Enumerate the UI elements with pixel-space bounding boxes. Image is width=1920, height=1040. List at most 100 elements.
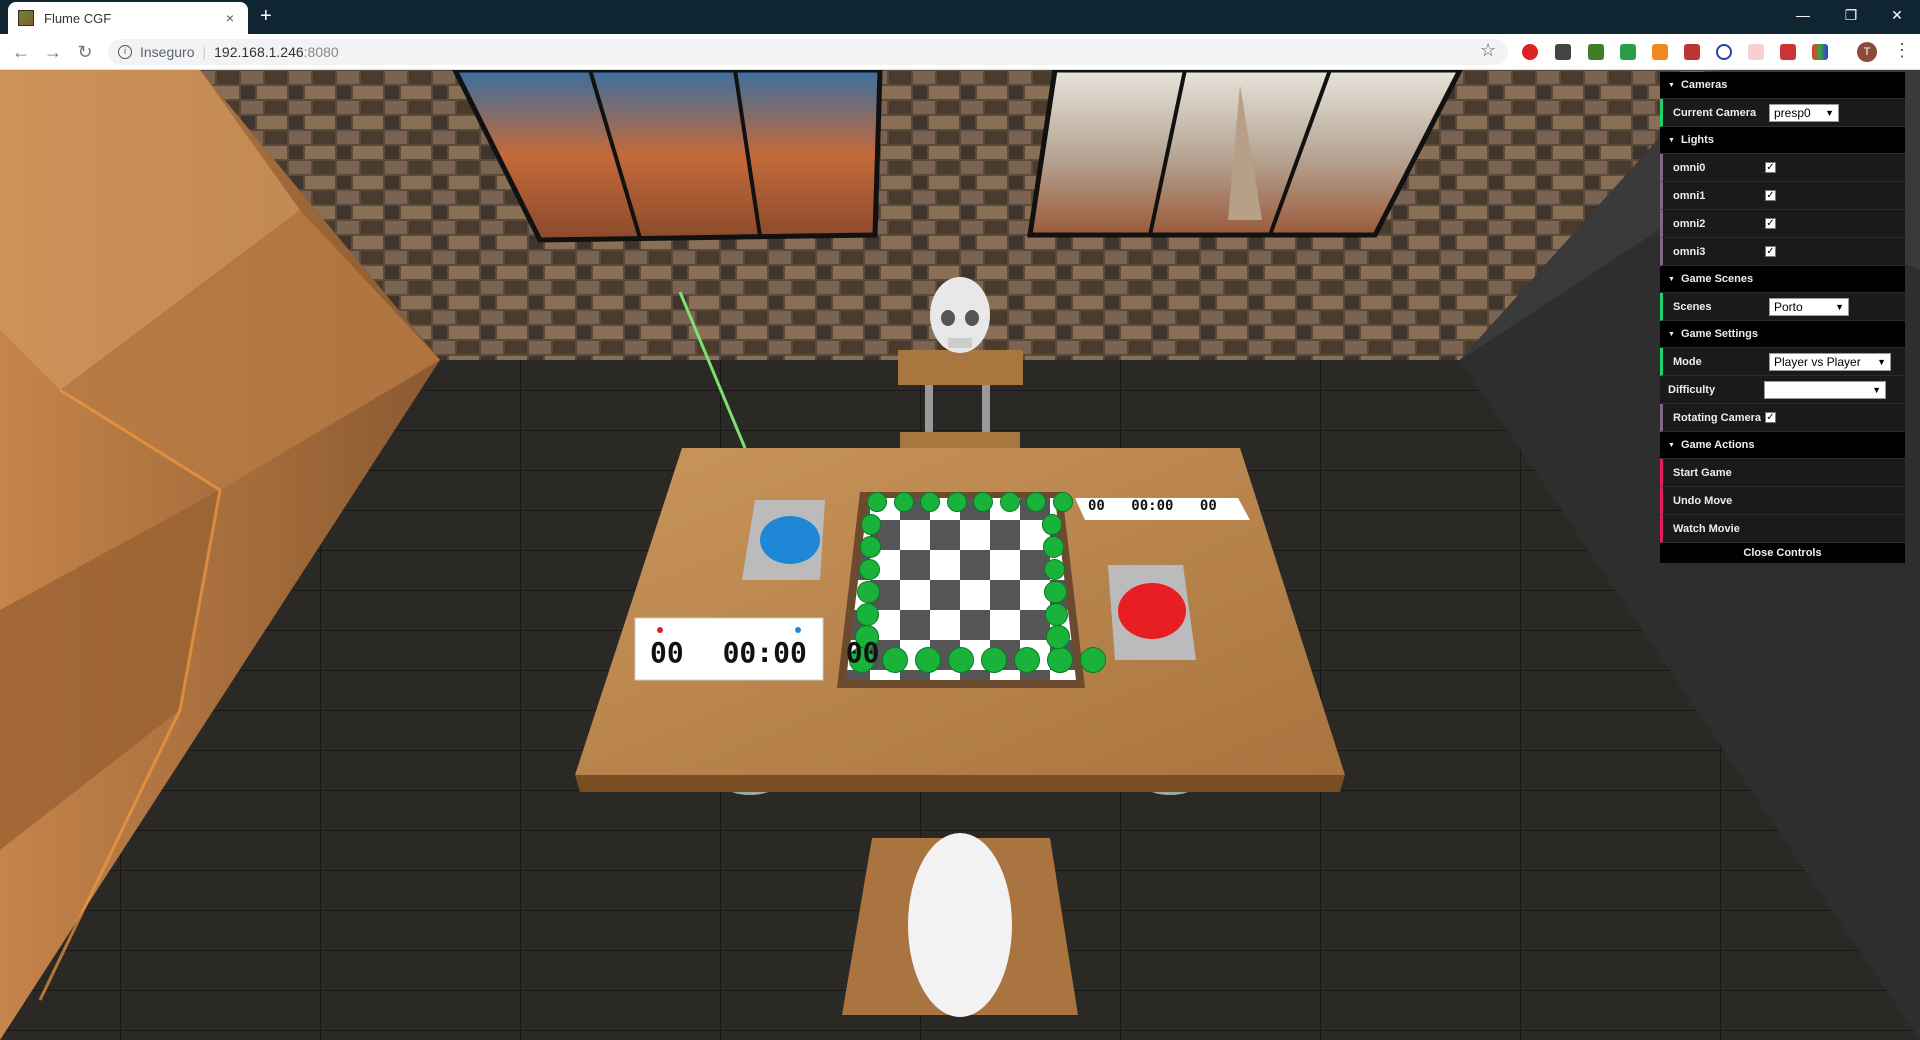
monitor-extension-icon[interactable] — [1588, 44, 1604, 60]
app-favicon-icon — [18, 10, 34, 26]
folder-game-settings[interactable]: ▼ Game Settings — [1660, 321, 1905, 348]
folder-cameras[interactable]: ▼ Cameras — [1660, 72, 1905, 99]
current-camera-label: Current Camera — [1673, 106, 1757, 119]
minimize-button[interactable]: — — [1780, 0, 1826, 30]
light-row: omni3 ✓ — [1660, 238, 1905, 266]
folder-open-icon: ▼ — [1668, 81, 1675, 89]
green-piece — [860, 514, 882, 535]
green-piece — [1046, 625, 1070, 649]
right-clock-center: 00:00 — [1131, 498, 1174, 514]
forward-arrow-icon[interactable]: → — [42, 41, 64, 63]
mode-value: Player vs Player — [1774, 354, 1861, 369]
close-controls-button[interactable]: Close Controls — [1660, 543, 1905, 563]
mode-select[interactable]: Player vs Player ▼ — [1769, 352, 1891, 371]
left-clock-right: 00 — [845, 636, 880, 669]
rotating-camera-checkbox[interactable]: ✓ — [1765, 412, 1776, 423]
folder-open-icon: ▼ — [1668, 136, 1675, 144]
folder-lights-title: Lights — [1680, 134, 1714, 146]
watch-movie-button[interactable]: Watch Movie — [1660, 515, 1905, 543]
tab-title: Flume CGF — [44, 10, 112, 26]
light-checkbox[interactable]: ✓ — [1765, 162, 1776, 173]
opera-extension-icon[interactable] — [1522, 44, 1538, 60]
chevron-down-icon: ▼ — [1835, 301, 1844, 312]
green-piece — [1047, 647, 1073, 673]
green-piece — [915, 647, 941, 673]
tab-close-icon[interactable]: × — [222, 10, 238, 26]
light-label: omni1 — [1673, 189, 1706, 202]
folder-cameras-title: Cameras — [1680, 79, 1728, 91]
browser-toolbar: ← → ↻ i Inseguro | 192.168.1.246 :8080 ☆… — [0, 34, 1920, 70]
green-piece — [859, 536, 881, 558]
undo-move-label: Undo Move — [1673, 494, 1733, 507]
folder-open-icon: ▼ — [1668, 330, 1675, 338]
green-piece — [981, 647, 1007, 673]
folder-game-scenes[interactable]: ▼ Game Scenes — [1660, 266, 1905, 293]
green-piece — [1042, 536, 1064, 558]
light-label: omni2 — [1673, 217, 1706, 230]
menu-kebab-icon[interactable]: ⋮ — [1893, 40, 1911, 61]
restore-button[interactable]: ❐ — [1828, 0, 1874, 30]
start-game-label: Start Game — [1673, 466, 1732, 479]
difficulty-label: Difficulty — [1668, 383, 1716, 396]
chevron-down-icon: ▼ — [1872, 384, 1881, 395]
folder-game-scenes-title: Game Scenes — [1680, 273, 1754, 285]
light-row: omni0 ✓ — [1660, 154, 1905, 182]
rotating-camera-label: Rotating Camera — [1673, 411, 1762, 424]
watch-movie-label: Watch Movie — [1673, 522, 1740, 535]
pdf-extension-icon[interactable] — [1684, 44, 1700, 60]
address-bar[interactable]: i Inseguro | 192.168.1.246 :8080 — [108, 39, 1508, 65]
rotating-camera-row: Rotating Camera ✓ — [1660, 404, 1905, 432]
chevron-down-icon: ▼ — [1825, 107, 1834, 118]
scene-render — [0, 70, 1920, 1040]
folder-game-actions[interactable]: ▼ Game Actions — [1660, 432, 1905, 459]
left-clock-center: 00:00 — [722, 636, 807, 669]
window-close-button[interactable]: ✕ — [1874, 0, 1920, 30]
box-extension-icon[interactable] — [1652, 44, 1668, 60]
vpn-extension-icon[interactable] — [1555, 44, 1571, 60]
green-piece — [920, 492, 940, 512]
browser-tab[interactable]: Flume CGF × — [8, 2, 248, 34]
green-piece — [1026, 492, 1046, 512]
scenes-select[interactable]: Porto ▼ — [1769, 297, 1849, 316]
new-tab-button[interactable]: + — [260, 6, 272, 26]
webgl-canvas[interactable]: 00 00:00 00 00 00:00 00 — [0, 70, 1920, 1040]
light-row: omni2 ✓ — [1660, 210, 1905, 238]
light-checkbox[interactable]: ✓ — [1765, 190, 1776, 201]
right-clock-left: 00 — [1088, 498, 1105, 514]
folder-game-actions-title: Game Actions — [1680, 439, 1755, 451]
green-piece — [856, 603, 880, 626]
block-extension-icon[interactable] — [1716, 44, 1732, 60]
light-label: omni3 — [1673, 245, 1706, 258]
start-game-button[interactable]: Start Game — [1660, 459, 1905, 487]
undo-move-button[interactable]: Undo Move — [1660, 487, 1905, 515]
google-extension-icon[interactable] — [1812, 44, 1828, 60]
green-piece — [1080, 647, 1106, 673]
folder-game-settings-title: Game Settings — [1680, 328, 1758, 340]
green-piece — [999, 492, 1020, 512]
bookmark-star-icon[interactable]: ☆ — [1480, 40, 1496, 61]
left-clock-left: 00 — [650, 636, 684, 669]
url-port: :8080 — [303, 44, 339, 60]
picture-extension-icon[interactable] — [1748, 44, 1764, 60]
folder-lights[interactable]: ▼ Lights — [1660, 127, 1905, 154]
folder-open-icon: ▼ — [1668, 441, 1675, 449]
rocket-extension-icon[interactable] — [1780, 44, 1796, 60]
green-piece — [973, 492, 993, 512]
scenes-label: Scenes — [1673, 300, 1712, 313]
back-arrow-icon[interactable]: ← — [10, 41, 32, 63]
difficulty-row: Difficulty ▼ — [1660, 376, 1905, 404]
current-camera-select[interactable]: presp0 ▼ — [1769, 103, 1839, 122]
green-piece — [1014, 647, 1040, 673]
profile-avatar[interactable]: T — [1857, 42, 1877, 62]
light-checkbox[interactable]: ✓ — [1765, 218, 1776, 229]
reload-icon[interactable]: ↻ — [74, 41, 96, 63]
green-piece — [882, 647, 908, 673]
green-piece — [948, 647, 974, 673]
counter-extension-icon[interactable] — [1620, 44, 1636, 60]
url-separator: | — [202, 44, 207, 60]
light-checkbox[interactable]: ✓ — [1765, 246, 1776, 257]
info-icon[interactable]: i — [118, 45, 132, 59]
current-camera-row: Current Camera presp0 ▼ — [1660, 99, 1905, 127]
difficulty-select[interactable]: ▼ — [1764, 380, 1886, 399]
scenes-value: Porto — [1774, 299, 1803, 314]
